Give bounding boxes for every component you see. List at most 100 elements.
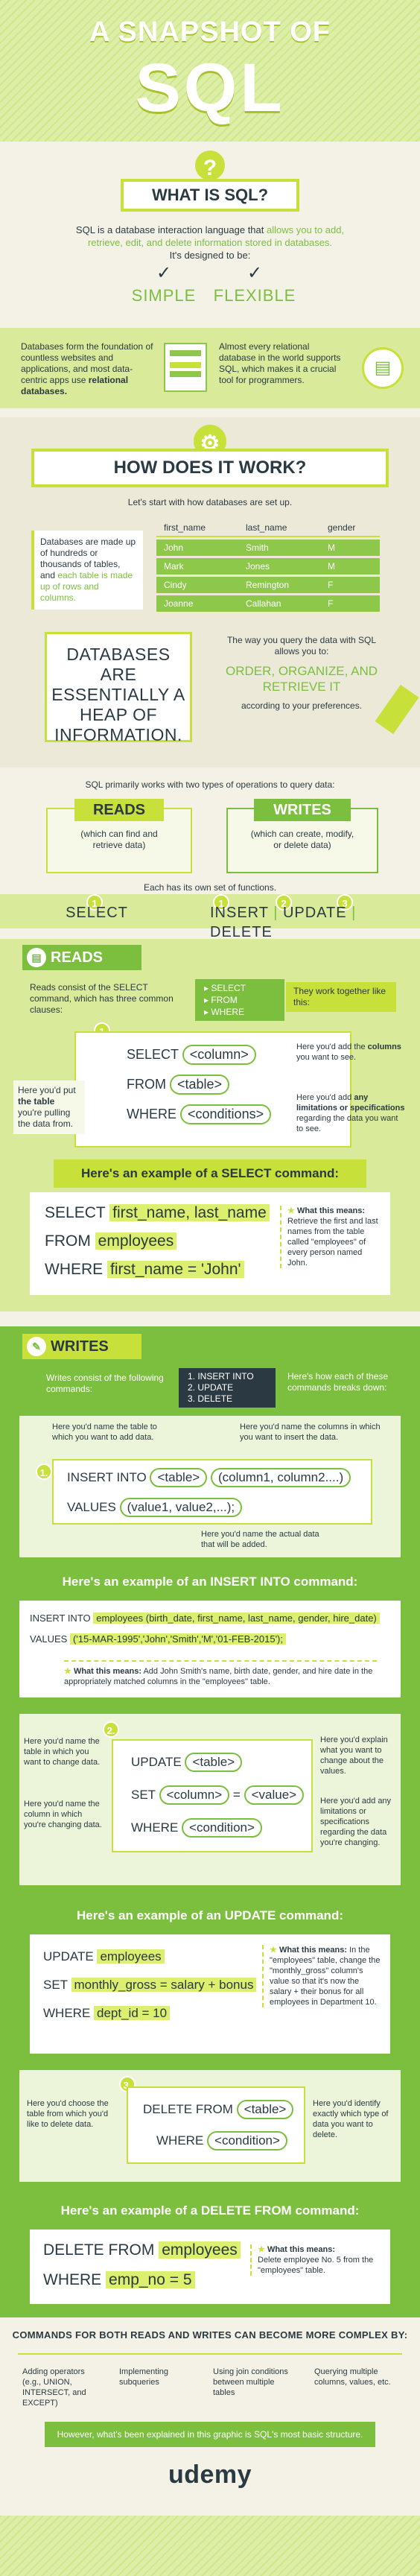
database-icon [164, 343, 207, 392]
placeholder-table: <table> [150, 1468, 208, 1487]
kw-select: SELECT [45, 1204, 106, 1221]
writes-consist: Writes consist of the following commands… [46, 1373, 164, 1394]
ins-ex-line-2: VALUES ('15-MAR-1995','John','Smith','M'… [30, 1633, 287, 1645]
means-label: What this means: [73, 1667, 142, 1676]
update-means: ★ What this means: In the "employees" ta… [262, 1945, 381, 2007]
kw-where: WHERE [131, 1820, 179, 1835]
note-columns: Here you'd add the columns you want to s… [296, 1042, 407, 1063]
complex-heading: COMMANDS FOR BOTH READS AND WRITES CAN B… [12, 2329, 408, 2341]
placeholder-values: (value1, value2,...); [119, 1498, 243, 1517]
placeholder-column: <column> [159, 1785, 230, 1805]
note-conditions: Here you'd add any limitations or specif… [296, 1092, 407, 1134]
title-line-1: A SNAPSHOT OF [89, 16, 331, 48]
infographic-page: { "title": {"line1": "A SNAPSHOT OF", "l… [0, 0, 420, 2576]
reads-desc: (which can find and retrieve data) [80, 829, 158, 850]
ex-from-line: FROM employees [45, 1231, 177, 1252]
kw-where: WHERE [45, 1261, 104, 1278]
ex-where-value: first_name = 'John' [107, 1261, 244, 1278]
note-conditions-text: Here you'd add [296, 1093, 354, 1102]
kw-where: WHERE [43, 2271, 102, 2288]
equals-sign: = [232, 1788, 241, 1802]
title-line-2: SQL [135, 50, 285, 126]
upd-ex-set: monthly_gross = salary + bonus [71, 1978, 257, 1992]
book-icon: ▤ [27, 948, 46, 967]
fact-left: Databases form the foundation of countle… [21, 341, 158, 397]
table-cell: F [320, 577, 380, 593]
complex-item: Querying multiple columns, values, etc. [314, 2367, 391, 2387]
reads-together: They work together like this: [286, 982, 396, 1012]
how-heading: HOW DOES IT WORK? [31, 449, 389, 487]
insert-note-table: Here you'd name the table to which you w… [52, 1423, 157, 1442]
select-line: SELECT <column> [127, 1045, 256, 1065]
check-icon: ✓ [246, 263, 263, 283]
what-heading: WHAT IS SQL? [121, 179, 299, 212]
book-icon: ▤ [362, 347, 404, 389]
kw-where: WHERE [43, 2006, 91, 2020]
table-cell: Jones [238, 558, 320, 575]
means-label: What this means: [296, 1206, 366, 1215]
writes-breakdown: Here's how each of these commands breaks… [287, 1371, 389, 1393]
writes-desc: (which can create, modify, or delete dat… [250, 829, 354, 850]
divider [18, 2353, 402, 2355]
reads-label: READS [74, 799, 164, 821]
placeholder-condition: <condition> [207, 2131, 287, 2151]
ex-from-value: employees [95, 1232, 177, 1250]
query-highlight: ORDER, ORGANIZE, AND RETRIEVE IT [225, 664, 378, 694]
ins-ex-values: ('15-MAR-1995','John','Smith','M','01-FE… [69, 1633, 287, 1645]
placeholder-conditions: <conditions> [180, 1104, 272, 1124]
note-conditions-text-2: regarding the data you want to see. [296, 1114, 398, 1133]
placeholder-table: <table> [170, 1075, 230, 1095]
insert-means: ★ What this means: Add John Smith's name… [64, 1660, 377, 1687]
complex-item: Using join conditions between multiple t… [213, 2367, 288, 2397]
trait-simple: SIMPLE [131, 286, 197, 305]
note-columns-text-2: you want to see. [296, 1053, 357, 1062]
query-text: The way you query the data with SQL allo… [226, 635, 377, 656]
means-text: Delete employee No. 5 from the "employee… [258, 2256, 374, 2275]
footer-note: However, what's been explained in this g… [45, 2422, 375, 2447]
ex-where-line: WHERE first_name = 'John' [45, 1259, 244, 1280]
kw-insert: INSERT INTO [30, 1613, 91, 1624]
writes-card: WRITES (which can create, modify, or del… [226, 799, 378, 873]
insert-note-columns: Here you'd name the columns in which you… [240, 1423, 381, 1442]
table-row: John Smith M [156, 539, 380, 556]
reads-section-label: ▤ READS [22, 945, 141, 970]
means-label: What this means: [279, 1946, 348, 1955]
placeholder-table: <table> [185, 1753, 243, 1772]
clause-item-label: WHERE [211, 1007, 245, 1017]
delete-means: ★ What this means: Delete employee No. 5… [250, 2244, 381, 2276]
placeholder-columns: (column1, column2....) [210, 1468, 351, 1487]
upd-ex-where: dept_id = 10 [94, 2006, 171, 2020]
ins-ex-columns: employees (birth_date, first_name, last_… [93, 1613, 380, 1624]
update-example-title: Here's an example of an UPDATE command: [60, 1902, 360, 1930]
kw-select: SELECT [127, 1047, 179, 1062]
ex-select-value: first_name, last_name [109, 1204, 270, 1221]
upd-ex-line-2: SET monthly_gross = salary + bonus [43, 1978, 257, 1993]
kw-set: SET [43, 1978, 68, 1992]
delete-where-line: WHERE <condition> [156, 2131, 287, 2151]
query-box: The way you query the data with SQL allo… [223, 635, 380, 712]
upd-ex-line-3: WHERE dept_id = 10 [43, 2006, 171, 2021]
how-intro: Let's start with how databases are set u… [127, 497, 293, 507]
clause-item: ▸ SELECT [204, 983, 246, 993]
set-line: SET <column> = <value> [131, 1785, 305, 1805]
kw-values: VALUES [67, 1500, 116, 1514]
kw-update: UPDATE [43, 1949, 94, 1963]
table-row: Joanne Callahan F [156, 595, 380, 612]
table-header: gender [320, 519, 380, 537]
reads-consist: Reads consist of the SELECT command, whi… [30, 982, 174, 1015]
facts-band: Databases form the foundation of countle… [0, 328, 420, 408]
note-table-text: Here you'd put [18, 1085, 76, 1095]
ops-intro: SQL primarily works with two types of op… [85, 779, 335, 790]
update-where-line: WHERE <condition> [131, 1818, 262, 1838]
brand-logo: udemy [168, 2461, 252, 2489]
insert-example-box: INSERT INTO employees (birth_date, first… [19, 1601, 401, 1697]
update-note-table: Here you'd name the table in which you w… [24, 1737, 101, 1767]
star-icon: ★ [258, 2245, 265, 2254]
table-cell: Smith [238, 539, 320, 556]
made-of-note: Databases are made up of hundreds or tho… [31, 531, 143, 610]
writes-label: WRITES [254, 799, 351, 821]
delete-note-table: Here you'd choose the table from which y… [27, 2099, 109, 2129]
star-icon: ★ [64, 1667, 71, 1676]
table-header: last_name [238, 519, 320, 537]
kw-delete: DELETE FROM [43, 2241, 155, 2259]
